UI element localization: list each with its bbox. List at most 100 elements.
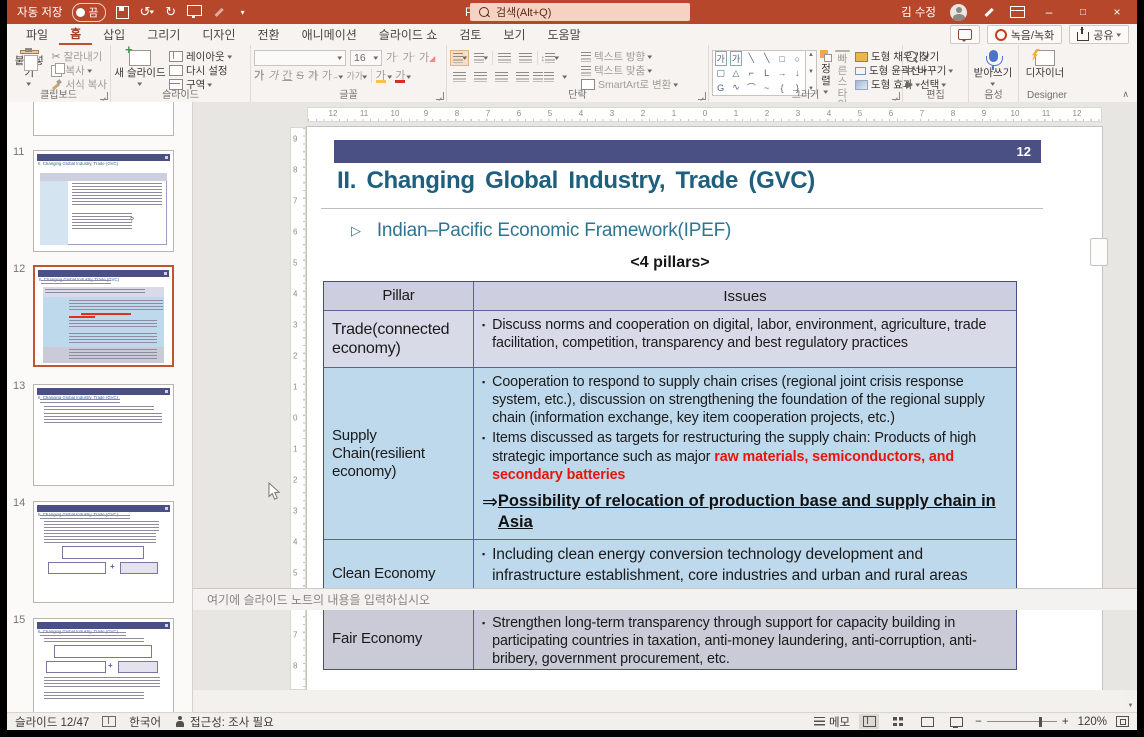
save-icon[interactable] [115, 5, 130, 20]
elbow-icon[interactable]: ⌐ [749, 68, 754, 78]
line-spacing-icon[interactable]: ↕▾ [540, 50, 559, 66]
quick-styles-button[interactable]: 빠른 스타일▾ [835, 48, 850, 89]
zoom-slider-thumb[interactable] [1039, 717, 1043, 727]
decrease-font-icon[interactable]: 가ˇ [402, 53, 414, 64]
thumbnail-slide-13[interactable]: II. Changing Global Industry, Trade (GVC… [33, 384, 174, 486]
pillars-table[interactable]: Pillar Issues Trade(connected economy) ▪… [323, 281, 1017, 670]
cut-button[interactable]: ✂잘라내기 [51, 50, 107, 63]
arrow-right-icon[interactable]: → [777, 68, 786, 78]
tab-file[interactable]: 파일 [15, 24, 59, 45]
underline-icon[interactable]: 간 [282, 71, 292, 82]
align-left-icon[interactable] [450, 69, 469, 85]
font-name-combo[interactable]: ▾ [254, 50, 346, 66]
add-remove-columns-icon[interactable]: ▾ [555, 69, 574, 85]
font-size-combo[interactable]: 16▾ [350, 50, 382, 66]
elbow2-icon[interactable]: L [764, 68, 769, 78]
undo-icon[interactable]: ↺▾ [139, 5, 154, 20]
character-spacing-icon[interactable]: 가↔▾ [322, 71, 343, 82]
strikethrough-icon[interactable]: S [296, 71, 303, 82]
text-direction-button[interactable]: 텍스트 방향▾ [581, 50, 678, 63]
thumbnail-slide-10[interactable] [33, 102, 174, 136]
record-button[interactable]: 녹음/녹화 [987, 25, 1063, 44]
scroll-down-icon[interactable]: ▼ [1125, 701, 1136, 712]
normal-view-button[interactable] [859, 714, 879, 729]
user-name[interactable]: 김 수정 [901, 4, 936, 20]
paragraph-dialog-launcher[interactable] [698, 92, 706, 100]
tab-design[interactable]: 디자인 [191, 24, 246, 45]
slide-header-bar[interactable]: 12 [334, 140, 1041, 163]
increase-font-icon[interactable]: 가ˆ [386, 53, 398, 64]
line-icon[interactable]: ╲ [749, 53, 754, 64]
tab-home[interactable]: 홈 [59, 24, 92, 45]
minimize-button[interactable]: – [1039, 5, 1059, 19]
start-slideshow-icon[interactable] [187, 5, 202, 20]
justify-icon[interactable] [513, 69, 532, 85]
designer-button[interactable]: 디자이너 [1022, 48, 1068, 89]
font-color-icon[interactable]: 가▾ [395, 71, 411, 82]
rounded-rect-icon[interactable]: ▢ [716, 68, 725, 79]
thumbnail-slide-14[interactable]: II. Changing Global Industry, Trade (GVC… [33, 501, 174, 603]
accessibility-status[interactable]: 접근성: 조사 필요 [174, 714, 274, 730]
dictate-button[interactable]: 받아쓰기▾ [972, 48, 1014, 89]
avatar[interactable] [950, 4, 967, 21]
slide-sorter-button[interactable] [888, 714, 908, 729]
clipboard-dialog-launcher[interactable] [100, 92, 108, 100]
zoom-in-icon[interactable]: + [1062, 716, 1069, 728]
table-caption[interactable]: <4 pillars> [323, 254, 1017, 272]
copy-button[interactable]: 복사▾ [51, 64, 107, 77]
tab-transitions[interactable]: 전환 [246, 24, 290, 45]
textbox-h-icon[interactable]: 가 [715, 51, 727, 66]
slide-indicator[interactable]: 슬라이드 12/47 [15, 714, 89, 730]
inking-icon[interactable] [981, 5, 996, 20]
language-indicator[interactable]: 한국어 [129, 714, 161, 730]
thumbnail-slide-12-selected[interactable]: II. Changing Global Industry, Trade (GVC… [33, 265, 174, 367]
slideshow-button[interactable] [946, 714, 966, 729]
comments-button[interactable] [950, 25, 980, 44]
replace-button[interactable]: ⇄바꾸기▾ [906, 64, 953, 77]
redo-icon[interactable]: ↻ [163, 5, 178, 20]
highlight-color-icon[interactable]: 가▾ [376, 71, 392, 82]
tab-slideshow[interactable]: 슬라이드 쇼 [368, 24, 449, 45]
tab-review[interactable]: 검토 [448, 24, 492, 45]
editor-scrollbar-thumb[interactable] [1090, 238, 1108, 266]
maximize-button[interactable]: □ [1073, 7, 1093, 18]
font-dialog-launcher[interactable] [436, 92, 444, 100]
oval-icon[interactable]: ○ [795, 54, 800, 64]
align-text-button[interactable]: 텍스트 맞춤▾ [581, 64, 678, 77]
ribbon-display-options-icon[interactable] [1010, 5, 1025, 20]
notes-panel[interactable]: 여기에 슬라이드 노트의 내용을 입력하십시오 [193, 588, 1137, 610]
slide-title[interactable]: II. Changing Global Industry, Trade (GVC… [337, 167, 815, 195]
thumbnail-slide-15[interactable]: II. Changing Global Industry, Trade (GVC… [33, 618, 174, 712]
find-button[interactable]: 찾기 [906, 50, 953, 63]
reset-button[interactable]: 다시 설정 [169, 64, 231, 77]
rectangle-icon[interactable]: □ [779, 54, 784, 64]
thumbnail-slide-11[interactable]: II. Changing Global Industry, Trade (GVC… [33, 150, 174, 252]
collapse-ribbon-icon[interactable]: ∧ [1122, 89, 1129, 100]
gallery-up-icon[interactable]: ▲ [808, 52, 814, 58]
customize-toolbar-icon[interactable]: ▾ [235, 5, 250, 20]
bullets-button[interactable]: ▾ [450, 50, 469, 66]
drawing-dialog-launcher[interactable] [892, 92, 900, 100]
spellcheck-icon[interactable] [102, 716, 116, 727]
align-right-icon[interactable] [492, 69, 511, 85]
textbox-v-icon[interactable]: 가 [730, 51, 742, 66]
autosave-toggle[interactable]: 끔 [72, 3, 107, 22]
zoom-slider[interactable]: − + [975, 716, 1068, 728]
slide-bullet-line[interactable]: ▷ Indian–Pacific Economic Framework(IPEF… [351, 220, 731, 242]
tab-animations[interactable]: 애니메이션 [291, 24, 368, 45]
reading-view-button[interactable] [917, 714, 937, 729]
bold-icon[interactable]: 가 [254, 71, 264, 82]
arrow-line-icon[interactable]: ╲ [764, 53, 769, 64]
italic-icon[interactable]: 가 [268, 71, 278, 82]
share-button[interactable]: 공유 ▾ [1069, 25, 1129, 44]
clear-formatting-icon[interactable]: 가◢ [419, 53, 435, 64]
tab-help[interactable]: 도움말 [537, 24, 592, 45]
gallery-down-icon[interactable]: ▼ [808, 69, 814, 75]
columns-icon[interactable] [534, 69, 553, 85]
tab-draw[interactable]: 그리기 [136, 24, 191, 45]
notes-toggle-button[interactable]: 메모 [814, 714, 850, 730]
fit-to-window-icon[interactable] [1116, 716, 1129, 727]
paste-button[interactable]: 붙여넣기▾ [10, 48, 48, 89]
change-case-icon[interactable]: 가가▾ [346, 72, 366, 81]
tab-view[interactable]: 보기 [492, 24, 536, 45]
